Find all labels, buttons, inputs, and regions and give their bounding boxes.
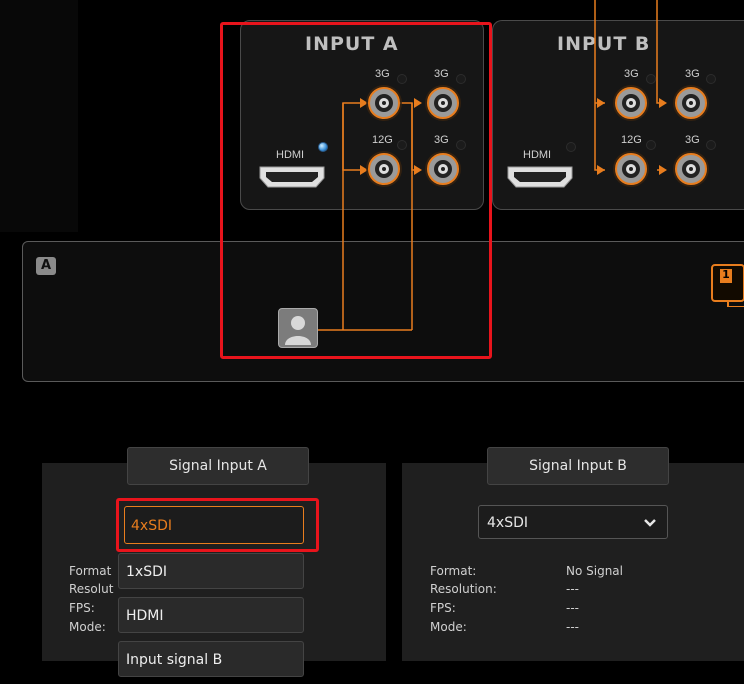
input-b-port-label-3g-1: 3G	[624, 68, 639, 80]
signal-input-b-mode-value: ---	[566, 620, 579, 634]
input-b-port-label-3g-2: 3G	[685, 68, 700, 80]
signal-input-a-fps-label: FPS:	[69, 601, 95, 615]
hdmi-port-icon[interactable]	[506, 164, 574, 190]
signal-input-a-format-label: Format	[69, 564, 112, 578]
bnc-connector-icon[interactable]	[612, 84, 650, 122]
signal-input-a-mode-label: Mode:	[69, 620, 106, 634]
dropdown-option-1xsdi[interactable]: 1xSDI	[118, 553, 304, 589]
signal-input-b-format-label: Format:	[430, 564, 477, 578]
signal-input-b-format-value: No Signal	[566, 564, 623, 578]
input-b-led-3g-1	[646, 74, 656, 84]
bnc-connector-icon[interactable]	[612, 150, 650, 188]
input-b-hdmi-label: HDMI	[523, 149, 552, 161]
signal-input-b-fps-value: ---	[566, 601, 579, 615]
bnc-connector-icon[interactable]	[672, 150, 710, 188]
chevron-down-icon	[644, 519, 656, 527]
input-a-highlight	[220, 22, 492, 359]
input-b-port-label-12g: 12G	[621, 134, 642, 146]
signal-input-a-resolution-label: Resolut	[69, 582, 114, 596]
input-b-led-3g-4	[706, 140, 716, 150]
bnc-connector-icon[interactable]	[672, 84, 710, 122]
signal-input-b-select[interactable]: 4xSDI	[478, 505, 668, 539]
signal-input-b-mode-label: Mode:	[430, 620, 467, 634]
input-b-port-label-3g-4: 3G	[685, 134, 700, 146]
signal-input-b-resolution-value: ---	[566, 582, 579, 596]
signal-input-b-resolution-label: Resolution:	[430, 582, 497, 596]
input-b-led-12g	[646, 140, 656, 150]
output-badge: 1	[722, 268, 730, 281]
signal-input-b-button[interactable]: Signal Input B	[487, 447, 669, 485]
signal-input-b-fps-label: FPS:	[430, 601, 456, 615]
signal-input-b-select-value: 4xSDI	[487, 515, 528, 531]
dropdown-option-input-signal-b[interactable]: Input signal B	[118, 641, 304, 677]
input-b-hdmi-led	[566, 142, 576, 152]
dropdown-option-hdmi[interactable]: HDMI	[118, 597, 304, 633]
signal-input-a-button[interactable]: Signal Input A	[127, 447, 309, 485]
signal-input-a-select-highlight	[116, 498, 319, 552]
input-b-led-3g-2	[706, 74, 716, 84]
